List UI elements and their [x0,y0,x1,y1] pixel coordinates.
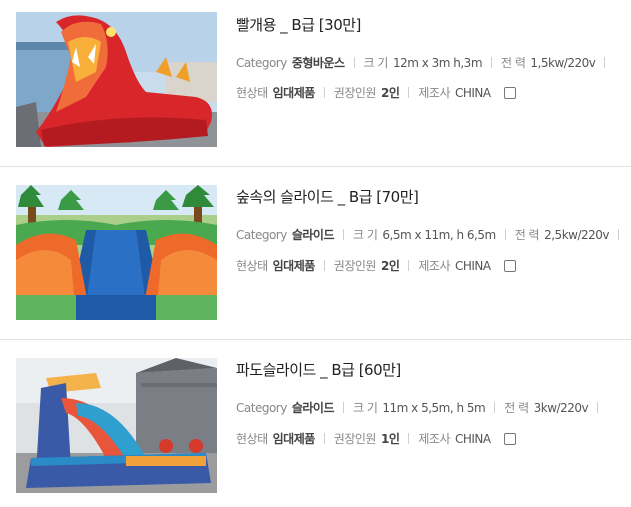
size-value: 11m x 5,5m, h 5m [382,400,486,415]
product-specs-row: Category 슬라이드 크 기 6,5m x 11m, h 6,5m 전 력… [236,226,628,243]
select-checkbox[interactable] [503,86,516,99]
power-label: 전 력 [501,56,526,70]
capacity-value: 1인 [380,432,400,446]
maker-value: CHINA [454,258,491,273]
category-value: 중형바운스 [291,56,345,70]
select-checkbox[interactable] [503,259,516,272]
wave-slide-image [16,358,217,493]
status-label: 현상태 [236,86,268,100]
status-label: 현상태 [236,432,268,446]
power-value: 1,5kw/220v [530,55,596,70]
divider [343,229,344,240]
product-specs-row: Category 슬라이드 크 기 11m x 5,5m, h 5m 전 력 3… [236,399,607,416]
divider [343,402,344,413]
product-title[interactable]: 빨개용 _ B급 [30만] [236,14,361,35]
divider [494,402,496,413]
status-value: 임대제품 [272,432,316,446]
status-value: 임대제품 [272,86,316,100]
dragon-bounce-image [16,12,217,147]
product-title[interactable]: 숲속의 슬라이드 _ B급 [70만] [236,186,419,207]
capacity-value: 2인 [380,86,400,100]
divider [618,229,620,240]
maker-value: CHINA [454,85,491,100]
divider [353,57,355,68]
maker-value: CHINA [454,431,491,446]
maker-label: 제조사 [418,432,450,446]
divider [323,260,325,271]
maker-label: 제조사 [418,86,450,100]
divider [408,433,410,444]
capacity-label: 권장인원 [333,86,377,100]
divider [597,402,599,413]
product-thumbnail-forest-slide[interactable] [16,185,217,320]
product-thumbnail-dragon-bounce[interactable] [16,12,217,147]
size-label: 크 기 [363,56,389,70]
capacity-value: 2인 [380,259,400,273]
divider [491,57,493,68]
product-info-row: 현상태 임대제품 권장인원 2인 제조사 CHINA [236,257,516,274]
divider [408,260,410,271]
divider [604,57,606,68]
divider [323,433,325,444]
status-value: 임대제품 [272,259,316,273]
product-specs-row: Category 중형바운스 크 기 12m x 3m h,3m 전 력 1,5… [236,54,614,71]
category-value: 슬라이드 [291,401,335,415]
category-label: Category [236,400,287,415]
list-item: 파도슬라이드 _ B급 [60만] Category 슬라이드 크 기 11m … [0,340,631,507]
size-label: 크 기 [353,401,378,415]
product-info-row: 현상태 임대제품 권장인원 2인 제조사 CHINA [236,84,516,101]
select-checkbox[interactable] [503,432,516,445]
product-title[interactable]: 파도슬라이드 _ B급 [60만] [236,359,401,380]
category-value: 슬라이드 [291,228,335,242]
product-thumbnail-wave-slide[interactable] [16,358,217,493]
size-value: 12m x 3m h,3m [392,55,483,70]
power-label: 전 력 [504,401,529,415]
divider [408,87,410,98]
maker-label: 제조사 [418,259,450,273]
category-label: Category [236,227,287,242]
divider [504,229,506,240]
divider [323,87,325,98]
status-label: 현상태 [236,259,268,273]
size-value: 6,5m x 11m, h 6,5m [382,227,496,242]
power-value: 2,5kw/220v [544,227,610,242]
power-label: 전 력 [514,228,540,242]
list-item: 숲속의 슬라이드 _ B급 [70만] Category 슬라이드 크 기 6,… [0,167,631,339]
forest-slide-image [16,185,217,320]
capacity-label: 권장인원 [333,432,377,446]
capacity-label: 권장인원 [333,259,377,273]
power-value: 3kw/220v [533,400,589,415]
category-label: Category [236,55,287,70]
product-info-row: 현상태 임대제품 권장인원 1인 제조사 CHINA [236,430,516,447]
list-item: 빨개용 _ B급 [30만] Category 중형바운스 크 기 12m x … [0,0,631,166]
size-label: 크 기 [353,228,378,242]
